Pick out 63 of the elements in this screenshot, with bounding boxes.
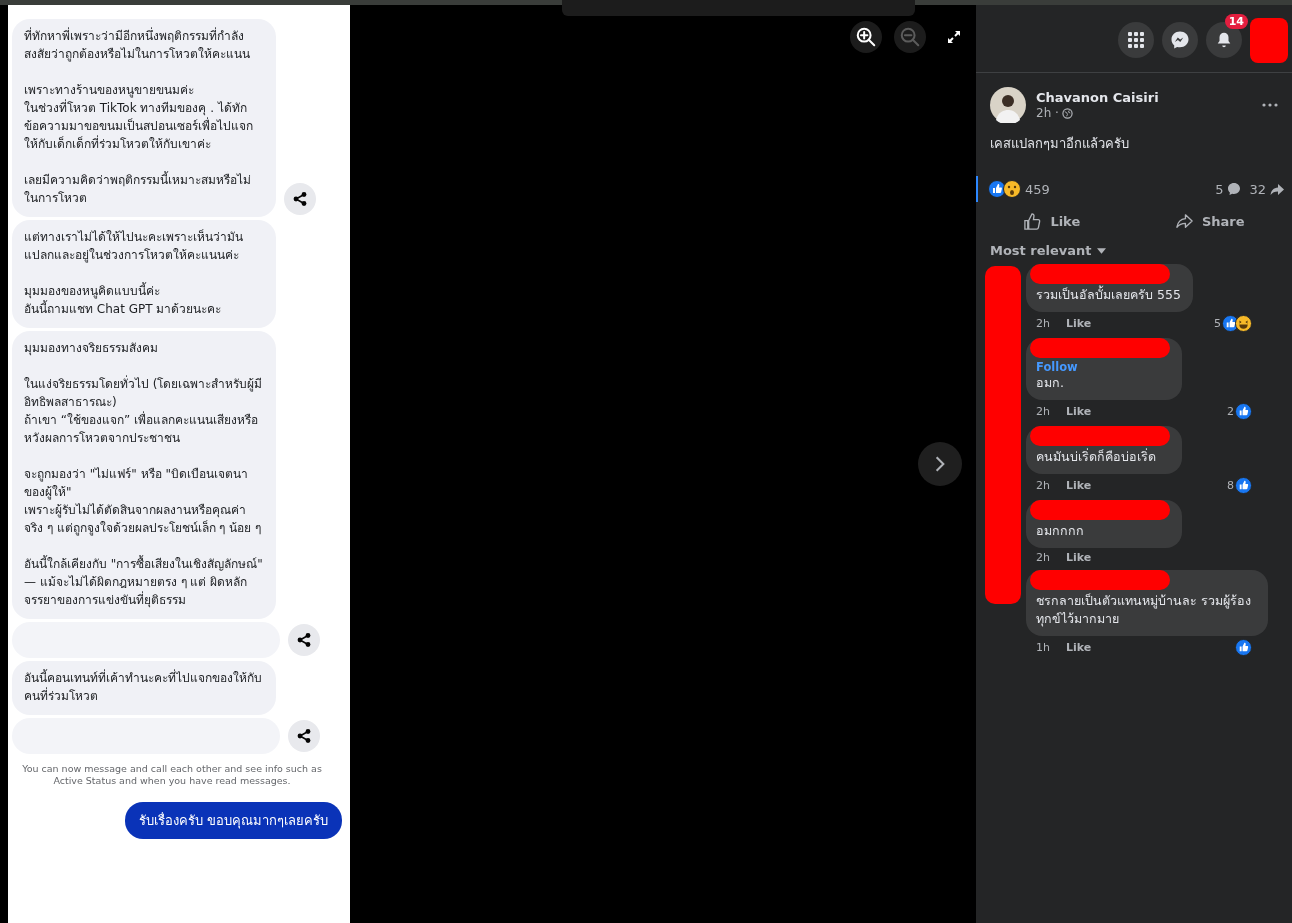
comment-time[interactable]: 1h xyxy=(1036,641,1050,654)
post-caption: เคสแปลกๆมาอีกแล้วครับ xyxy=(989,135,1130,153)
like-link[interactable]: Like xyxy=(1066,405,1092,418)
sent-message-bubble: รับเรื่องครับ ขอบคุณมากๆเลยครับ xyxy=(124,802,342,839)
message-bubble: ที่ทักหาพี่เพราะว่ามีอีกหนึ่งพฤติกรรมที่กำลังสงสัยว่าถูกต้องหรือไม่ในการโหวตให้คะแนน เพราะทางร้านของหนูขายขนมค่ะ ในช่วงที่โหวต TikTok ทางทีมของคุ . ได้ทักข้อความมาขอขนมเป็นสปอนเซอร์เพื่อไปแจกให้กับเด็กเด็กที่ร่วมโหวตให้กับเขาค่ะ เลยมีความคิดว่าพฤติกรรมนี้เหมาะสมหรือไม่ในการโหวต xyxy=(12,19,276,217)
comment-text: รวมเป็นอัลบั้มเลยครับ 555 xyxy=(1036,286,1181,304)
message-bubble: มุมมองทางจริยธรรมสังคม ในแง่จริยธรรมโดยทั่วไป (โดยเฉพาะสำหรับผู้มีอิทธิพลสาธารณะ) ถ้าเขา “ใช้ของแจก” เพื่อแลกคะแนนเสียงหรือหวังผลการโหวตจากประชาชน จะถูกมองว่า "ไม่แฟร์" หรือ "บิดเบือนเจตนาของผู้ให้" เพราะผู้รับไม่ได้ตัดสินจากผลงานหรือคุณค่าจริง ๆ แต่ถูกจูงใจด้วยผลประโยชน์เล็ก ๆ น้อย ๆ อันนี้ใกล้เคียงกับ "การซื้อเสียงในเชิงสัญลักษณ์" — แม้จะไม่ได้ผิดกฎหมายตรง ๆ แต่ ผิดหลักจรรยาของการแข่งขันที่ยุติธรรม xyxy=(12,331,276,619)
thumbs-up-reaction-icon xyxy=(1235,639,1252,656)
share-icon xyxy=(292,191,308,207)
comment-text: คนมันบ่เริ่ดก็คือบ่อเริ่ด xyxy=(1036,448,1157,466)
surprised-face-reaction-icon xyxy=(1003,180,1021,198)
laughing-face-reaction-icon xyxy=(1235,315,1252,332)
comment-text: อมก. xyxy=(1036,374,1065,392)
share-button[interactable]: Share xyxy=(1165,208,1255,235)
share-button[interactable] xyxy=(284,183,316,215)
messenger-button[interactable] xyxy=(1162,21,1198,58)
bell-icon xyxy=(1215,30,1233,49)
follow-link[interactable]: Follow xyxy=(1036,360,1170,374)
comment-time[interactable]: 2h xyxy=(1036,317,1050,330)
messenger-icon xyxy=(1170,29,1190,50)
reaction-count[interactable]: 8 xyxy=(1227,479,1234,492)
like-link[interactable]: Like xyxy=(1066,551,1092,564)
next-button[interactable] xyxy=(918,442,962,486)
comment-time[interactable]: 2h xyxy=(1036,551,1050,564)
avatar xyxy=(990,87,1026,123)
like-button[interactable]: Like xyxy=(1013,208,1091,235)
comment-text: อมกกกก xyxy=(1036,522,1085,540)
zoom-in-button[interactable] xyxy=(850,21,882,53)
share-count[interactable]: 32 xyxy=(1249,181,1266,197)
reaction-count[interactable]: 2 xyxy=(1227,405,1234,418)
like-link[interactable]: Like xyxy=(1066,641,1092,654)
notification-badge: 14 xyxy=(1224,13,1248,29)
system-notice: You can now message and call each other and see info such as Active Status and when you have read messages. xyxy=(21,762,323,787)
share-arrow-icon xyxy=(1175,212,1194,231)
comment-text: ชรกลายเป็นตัวแทนหมู่บ้านละ รวมผู้ร้องทุกข์ไว้มากมาย xyxy=(1036,592,1252,628)
share-arrow-icon xyxy=(1270,182,1284,196)
more-icon[interactable] xyxy=(1262,103,1278,107)
message-bubble: แต่ทางเราไม่ได้ให้ไปนะคะเพราะเห็นว่ามันแปลกและอยู่ในช่วงการโหวตให้คะแนนค่ะ มุมมองของหนูคิดแบบนี้ค่ะ อันนี้ถามแชท Chat GPT มาด้วยนะคะ xyxy=(12,220,276,328)
thumbs-up-reaction-icon xyxy=(1235,403,1252,420)
reaction-count[interactable]: 5 xyxy=(1214,317,1221,330)
comment-count[interactable]: 5 xyxy=(1215,181,1224,197)
share-button[interactable] xyxy=(288,720,320,752)
like-link[interactable]: Like xyxy=(1066,479,1092,492)
author-name[interactable]: Chavanon Caisiri xyxy=(1036,90,1252,105)
fullscreen-icon[interactable] xyxy=(946,29,962,45)
comment-time[interactable]: 2h xyxy=(1036,405,1050,418)
sort-dropdown[interactable]: Most relevant xyxy=(976,241,1120,260)
share-button[interactable] xyxy=(288,624,320,656)
redaction-mark xyxy=(1250,18,1288,63)
thumbs-up-reaction-icon xyxy=(1235,477,1252,494)
share-icon xyxy=(296,728,312,744)
menu-button[interactable] xyxy=(1118,21,1154,58)
comment-icon xyxy=(1227,182,1242,196)
post-time[interactable]: 2h · xyxy=(1036,106,1059,120)
thumbs-up-icon xyxy=(1023,212,1043,231)
share-icon xyxy=(296,632,312,648)
reaction-count[interactable]: 459 xyxy=(1025,181,1050,197)
grid-icon xyxy=(1127,30,1145,49)
caret-icon xyxy=(1096,247,1106,254)
message-bubble: อันนี้คอนเทนท์ที่เค้าทำนะคะที่ไปแจกของให้กับคนที่ร่วมโหวต xyxy=(12,661,276,715)
comment-time[interactable]: 2h xyxy=(1036,479,1050,492)
globe-icon xyxy=(1061,107,1073,119)
like-link[interactable]: Like xyxy=(1066,317,1092,330)
